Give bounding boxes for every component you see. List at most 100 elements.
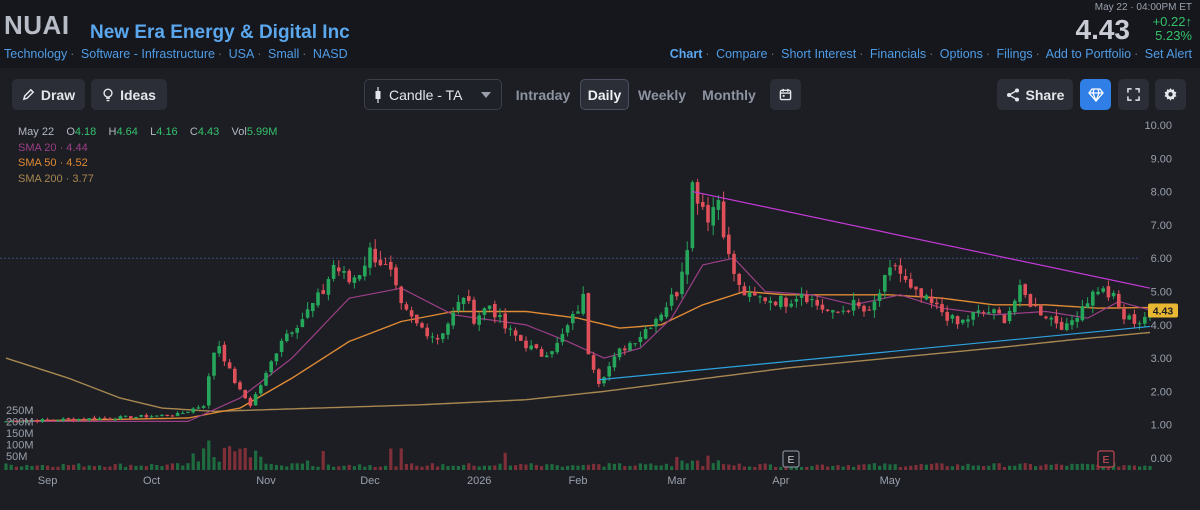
- volume-bar: [363, 466, 367, 470]
- candle-body: [612, 356, 617, 368]
- volume-bar: [4, 463, 8, 470]
- tf-intraday[interactable]: Intraday: [510, 79, 576, 110]
- volume-bar: [326, 464, 330, 470]
- candle-body: [545, 355, 549, 358]
- candle-body: [222, 344, 227, 362]
- candle-body: [555, 342, 559, 353]
- volume-bar: [649, 463, 653, 470]
- volume-bar: [680, 460, 684, 470]
- candle-body: [997, 309, 1001, 314]
- candle-body: [243, 389, 247, 399]
- volume-bar: [966, 463, 970, 470]
- candle-body: [617, 348, 622, 358]
- legend-close-label: C: [189, 126, 198, 138]
- candle-body: [846, 310, 851, 312]
- candle-body: [737, 273, 741, 285]
- volume-bar: [384, 465, 388, 470]
- volume-bar: [389, 448, 393, 470]
- candle-body: [357, 275, 362, 280]
- nav-financials[interactable]: Financials: [870, 47, 926, 61]
- fullscreen-button[interactable]: [1118, 79, 1149, 110]
- chart-type-select[interactable]: Candle - TA: [364, 79, 502, 110]
- volume-bar: [9, 464, 13, 470]
- candle-body: [113, 419, 117, 421]
- volume-bar: [144, 466, 148, 470]
- volume-bar: [415, 465, 419, 470]
- volume-bar: [940, 463, 944, 470]
- candle-body: [207, 376, 211, 406]
- candle-body: [373, 248, 377, 263]
- nav-add-portfolio[interactable]: Add to Portfolio: [1046, 47, 1131, 61]
- nav-compare[interactable]: Compare: [716, 47, 767, 61]
- date-range-button[interactable]: [770, 79, 801, 110]
- volume-bar: [638, 463, 642, 470]
- tf-weekly[interactable]: Weekly: [633, 79, 691, 110]
- draw-button[interactable]: Draw: [12, 79, 85, 110]
- volume-bar: [30, 465, 34, 470]
- tag-cap[interactable]: Small: [268, 47, 299, 61]
- candle-body: [935, 302, 939, 305]
- candle-body: [259, 385, 263, 394]
- volume-bar: [425, 465, 429, 470]
- volume-bar: [316, 466, 320, 470]
- candle-body: [477, 315, 481, 325]
- volume-bar: [1086, 464, 1090, 470]
- volume-bar: [72, 464, 76, 470]
- lower-trendline: [598, 325, 1151, 381]
- premium-button[interactable]: [1080, 79, 1111, 110]
- volume-bar: [1143, 465, 1147, 470]
- ideas-button[interactable]: Ideas: [91, 79, 167, 110]
- volume-bar: [664, 463, 668, 470]
- volume-bar: [1039, 465, 1043, 470]
- volume-bar: [654, 465, 658, 470]
- candle-body: [763, 297, 767, 302]
- candle-body: [1018, 284, 1022, 302]
- candle-body: [602, 377, 606, 384]
- candle-body: [919, 288, 923, 298]
- candle-body: [524, 340, 528, 349]
- tf-daily[interactable]: Daily: [580, 79, 629, 110]
- x-tick-label: 2026: [467, 475, 491, 487]
- tag-country[interactable]: USA: [229, 47, 255, 61]
- candle-body: [597, 369, 601, 384]
- candle-body: [1028, 294, 1033, 307]
- volume-bar: [1049, 464, 1053, 470]
- nav-chart[interactable]: Chart: [670, 47, 703, 61]
- settings-button[interactable]: [1155, 79, 1186, 110]
- company-name[interactable]: New Era Energy & Digital Inc: [90, 22, 350, 44]
- candle-body: [825, 309, 830, 312]
- candle-body: [1085, 303, 1090, 308]
- volume-bar: [841, 466, 845, 470]
- candle-body: [529, 345, 533, 350]
- nav-short-interest[interactable]: Short Interest: [781, 47, 856, 61]
- candle-body: [430, 336, 435, 338]
- nav-set-alert[interactable]: Set Alert: [1145, 47, 1192, 61]
- price-chart[interactable]: 10.00 9.00 8.00 7.00 6.00 5.00 4.00 3.00 2.00 1.0…: [0, 120, 1200, 510]
- nav-options[interactable]: Options: [940, 47, 983, 61]
- tag-exchange[interactable]: NASD: [313, 47, 348, 61]
- tag-industry[interactable]: Software - Infrastructure: [81, 47, 215, 61]
- candle-body: [342, 271, 346, 273]
- candle-body: [810, 299, 814, 301]
- volume-bar: [108, 466, 112, 470]
- candle-body: [435, 337, 440, 340]
- volume-bar: [1060, 464, 1064, 470]
- volume-bar: [909, 465, 913, 470]
- candle-body: [66, 418, 71, 420]
- candle-body: [550, 351, 554, 355]
- volume-bar: [997, 463, 1001, 470]
- last-price: 4.43: [1075, 14, 1131, 45]
- candle-body: [633, 343, 637, 345]
- tf-monthly[interactable]: Monthly: [698, 79, 760, 110]
- tag-sector[interactable]: Technology: [4, 47, 67, 61]
- candle-body: [945, 311, 949, 321]
- price-tick-label: 5.00: [1151, 287, 1172, 299]
- candle-body: [415, 314, 419, 324]
- candle-body: [285, 333, 289, 342]
- volume-bar: [696, 460, 700, 470]
- volume-bar: [540, 466, 544, 470]
- nav-filings[interactable]: Filings: [997, 47, 1033, 61]
- candle-body: [576, 311, 580, 314]
- share-button[interactable]: Share: [997, 79, 1073, 110]
- volume-bar: [66, 465, 70, 470]
